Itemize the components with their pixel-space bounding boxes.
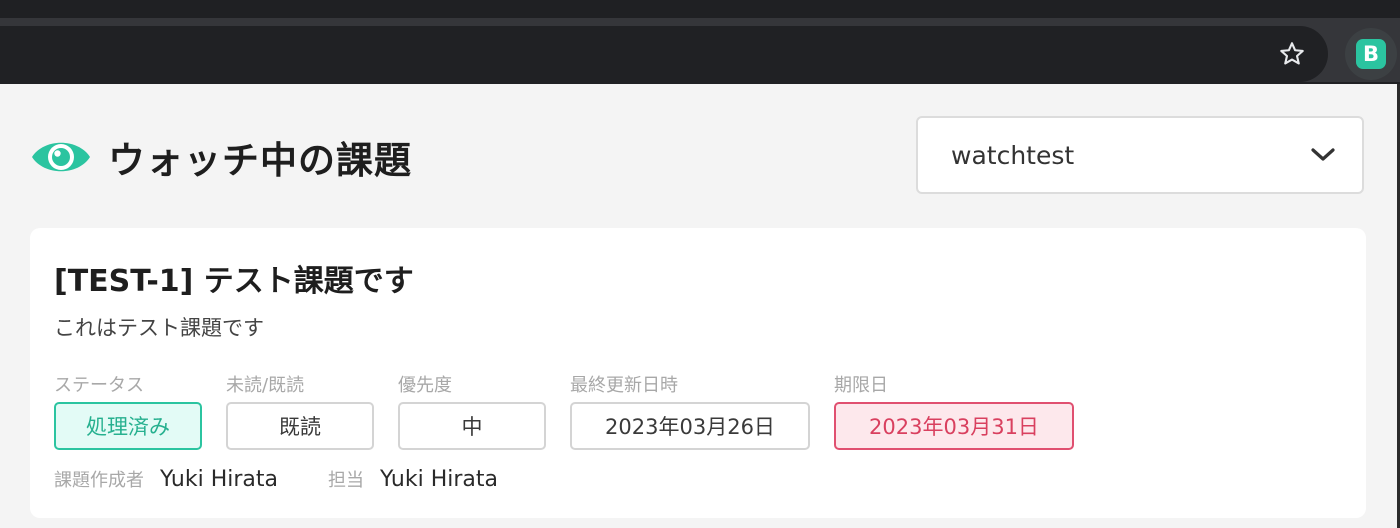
assignee-label: 担当 [328,470,364,491]
browser-title-bar [0,0,1400,18]
creator-label: 課題作成者 [54,470,144,491]
eye-icon [32,142,90,172]
assignee-name: Yuki Hirata [380,466,498,492]
page-header: ウォッチ中の課題 [30,132,412,182]
read-label: 未読/既読 [226,375,305,396]
priority-label: 優先度 [398,375,452,396]
due-badge: 2023年03月31日 [834,402,1074,450]
project-select[interactable]: watchtest [916,116,1364,194]
issue-card[interactable]: [TEST-1] テスト課題です これはテスト課題です ステータス 処理済み 未… [30,228,1366,518]
priority-field: 優先度 中 [398,374,546,450]
status-label: ステータス [54,375,144,396]
read-badge: 既読 [226,402,374,450]
priority-badge: 中 [398,402,546,450]
popup-panel: ウォッチ中の課題 watchtest [TEST-1] テスト課題です これはテ… [0,84,1397,528]
due-label: 期限日 [834,375,888,396]
extension-button[interactable]: B [1345,28,1397,80]
status-badge: 処理済み [54,402,202,450]
issue-description: これはテスト課題です [54,316,264,340]
chevron-down-icon [1311,148,1335,161]
page-title: ウォッチ中の課題 [108,139,412,182]
bookmark-star-icon[interactable] [1276,38,1308,70]
updated-field: 最終更新日時 2023年03月26日 [570,374,810,450]
extension-logo-icon: B [1356,39,1386,69]
people-row: 課題作成者 Yuki Hirata 担当 Yuki Hirata [54,466,498,492]
issue-title[interactable]: [TEST-1] テスト課題です [54,256,414,300]
read-field: 未読/既読 既読 [226,374,374,450]
status-field: ステータス 処理済み [54,374,202,450]
creator-name: Yuki Hirata [160,466,278,492]
project-select-value: watchtest [951,140,1075,170]
due-field: 期限日 2023年03月31日 [834,374,1074,450]
updated-label: 最終更新日時 [570,375,678,396]
address-bar[interactable] [0,26,1328,82]
updated-badge: 2023年03月26日 [570,402,810,450]
